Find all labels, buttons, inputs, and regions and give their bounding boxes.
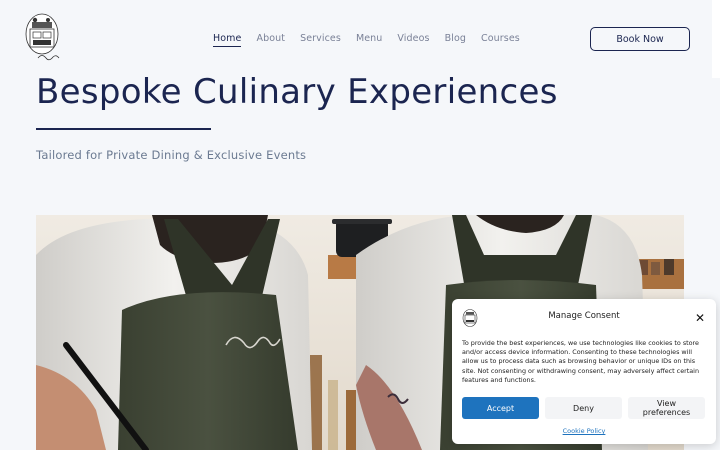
nav-videos[interactable]: Videos	[397, 33, 429, 47]
consent-title: Manage Consent	[548, 311, 620, 321]
cookie-consent-dialog: Manage Consent ✕ To provide the best exp…	[452, 299, 716, 444]
site-header: Home About Services Menu Videos Blog Cou…	[0, 0, 720, 78]
close-icon[interactable]: ✕	[693, 311, 707, 325]
main-nav: Home About Services Menu Videos Blog Cou…	[213, 33, 535, 47]
nav-blog[interactable]: Blog	[445, 33, 466, 47]
nav-about[interactable]: About	[256, 33, 285, 47]
hero-divider	[36, 128, 211, 130]
deny-button[interactable]: Deny	[545, 397, 622, 419]
nav-courses[interactable]: Courses	[481, 33, 520, 47]
hero-title: Bespoke Culinary Experiences	[36, 72, 558, 112]
nav-home[interactable]: Home	[213, 33, 242, 47]
nav-menu[interactable]: Menu	[356, 33, 382, 47]
chef-stove-logo-icon[interactable]	[24, 12, 64, 66]
accept-button[interactable]: Accept	[462, 397, 539, 419]
hero-subtitle: Tailored for Private Dining & Exclusive …	[36, 148, 307, 162]
nav-services[interactable]: Services	[300, 33, 341, 47]
consent-text: To provide the best experiences, we use …	[462, 339, 699, 384]
view-preferences-button[interactable]: View preferences	[628, 397, 705, 419]
page-edge	[712, 0, 720, 78]
cookie-policy-link[interactable]: Cookie Policy	[452, 427, 716, 435]
book-now-button[interactable]: Book Now	[590, 27, 690, 51]
